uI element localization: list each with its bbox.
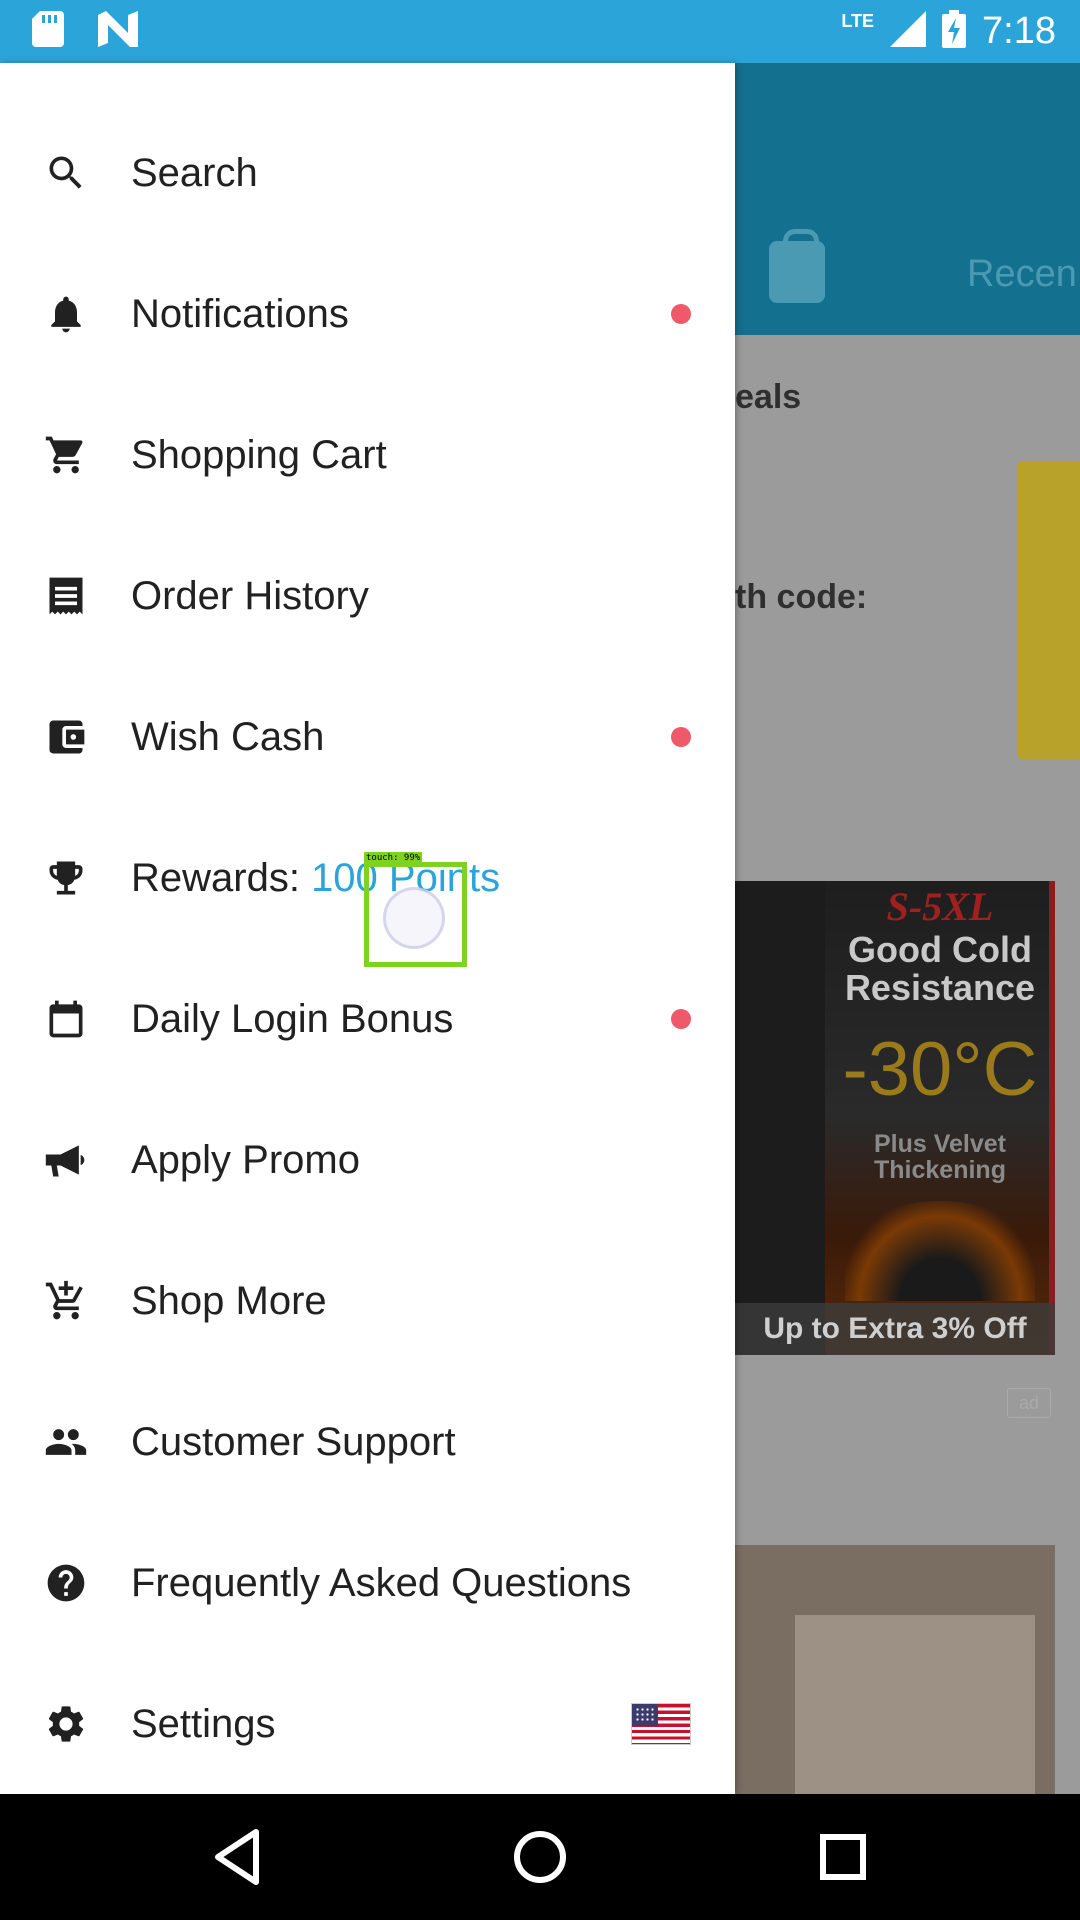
menu-item-shopping-cart[interactable]: Shopping Cart xyxy=(0,385,735,525)
calendar-icon xyxy=(44,997,88,1041)
bell-icon xyxy=(44,292,88,336)
menu-label-apply-promo: Apply Promo xyxy=(131,1137,360,1182)
back-icon[interactable] xyxy=(204,1824,270,1890)
clock: 7:18 xyxy=(982,10,1056,52)
notification-dot xyxy=(671,304,691,324)
menu-label-wish-cash: Wish Cash xyxy=(131,714,325,759)
fire-image xyxy=(845,1201,1035,1301)
wish-cash-dot xyxy=(671,727,691,747)
touch-indicator-label: touch: 99% xyxy=(364,852,423,864)
product-box xyxy=(795,1615,1035,1794)
search-icon xyxy=(44,151,88,195)
menu-label-shop-more: Shop More xyxy=(131,1278,327,1323)
status-bar: LTE 7:18 xyxy=(0,0,1080,63)
menu-item-settings[interactable]: Settings xyxy=(0,1654,735,1794)
menu-label-notifications: Notifications xyxy=(131,291,349,336)
wallet-icon xyxy=(44,715,88,759)
menu-label-search: Search xyxy=(131,150,258,195)
navigation-bar xyxy=(0,1794,1080,1920)
gear-icon xyxy=(44,1702,88,1746)
menu-label-faq: Frequently Asked Questions xyxy=(131,1560,632,1605)
home-icon[interactable] xyxy=(507,1824,573,1890)
menu-item-apply-promo[interactable]: Apply Promo xyxy=(0,1090,735,1230)
recents-icon[interactable] xyxy=(810,1824,876,1890)
menu-item-daily-login-bonus[interactable]: Daily Login Bonus xyxy=(0,949,735,1089)
ad-headline: Good Cold Resistance xyxy=(844,929,1036,1008)
lte-label: LTE xyxy=(841,11,875,31)
ad-tag: ad xyxy=(1007,1388,1051,1418)
menu-item-customer-support[interactable]: Customer Support xyxy=(0,1372,735,1512)
touch-indicator-box xyxy=(364,862,467,967)
jeans-image xyxy=(735,881,825,1355)
megaphone-icon xyxy=(44,1138,88,1182)
battery-charging-icon xyxy=(942,10,967,53)
menu-label-customer-support: Customer Support xyxy=(131,1419,456,1464)
menu-item-faq[interactable]: Frequently Asked Questions xyxy=(0,1513,735,1653)
ad-offer: Up to Extra 3% Off xyxy=(735,1303,1055,1355)
menu-label-shopping-cart: Shopping Cart xyxy=(131,432,387,477)
ad-size: S-5XL xyxy=(886,884,994,929)
shopping-bag-icon xyxy=(769,229,825,303)
menu-item-shop-more[interactable]: Shop More xyxy=(0,1231,735,1371)
trophy-icon xyxy=(44,856,88,900)
sd-card-icon xyxy=(32,11,64,52)
n-app-icon xyxy=(98,11,138,52)
flag-canton xyxy=(632,1704,658,1726)
add-cart-icon xyxy=(44,1279,88,1323)
background-promo-card xyxy=(1017,461,1080,759)
background-section-title: eals xyxy=(735,378,802,416)
ad-temperature: -30°C xyxy=(842,1027,1038,1112)
signal-icon xyxy=(890,11,927,52)
menu-item-wish-cash[interactable]: Wish Cash xyxy=(0,667,735,807)
ad-subline: Plus Velvet Thickening xyxy=(873,1130,1007,1184)
receipt-icon xyxy=(44,574,88,618)
menu-item-notifications[interactable]: Notifications xyxy=(0,244,735,384)
background-tab-label: Recen xyxy=(967,253,1077,295)
menu-label-daily-login-bonus: Daily Login Bonus xyxy=(131,996,454,1041)
product-photo xyxy=(735,1545,1055,1794)
daily-bonus-dot xyxy=(671,1009,691,1029)
ad-banner: S-5XL Good Cold Resistance -30°C Plus Ve… xyxy=(735,881,1055,1355)
menu-item-search[interactable]: Search xyxy=(0,103,735,243)
help-icon xyxy=(44,1561,88,1605)
menu-label-settings: Settings xyxy=(131,1701,276,1746)
menu-item-order-history[interactable]: Order History xyxy=(0,526,735,666)
us-flag-icon[interactable] xyxy=(631,1703,691,1745)
rewards-label: Rewards: xyxy=(131,855,312,900)
menu-label-order-history: Order History xyxy=(131,573,369,618)
cart-icon xyxy=(44,433,88,477)
background-app[interactable]: Recen eals th code: S-5XL Good Cold Resi… xyxy=(735,63,1080,1794)
people-icon xyxy=(44,1420,88,1464)
background-code-text: th code: xyxy=(735,578,868,616)
